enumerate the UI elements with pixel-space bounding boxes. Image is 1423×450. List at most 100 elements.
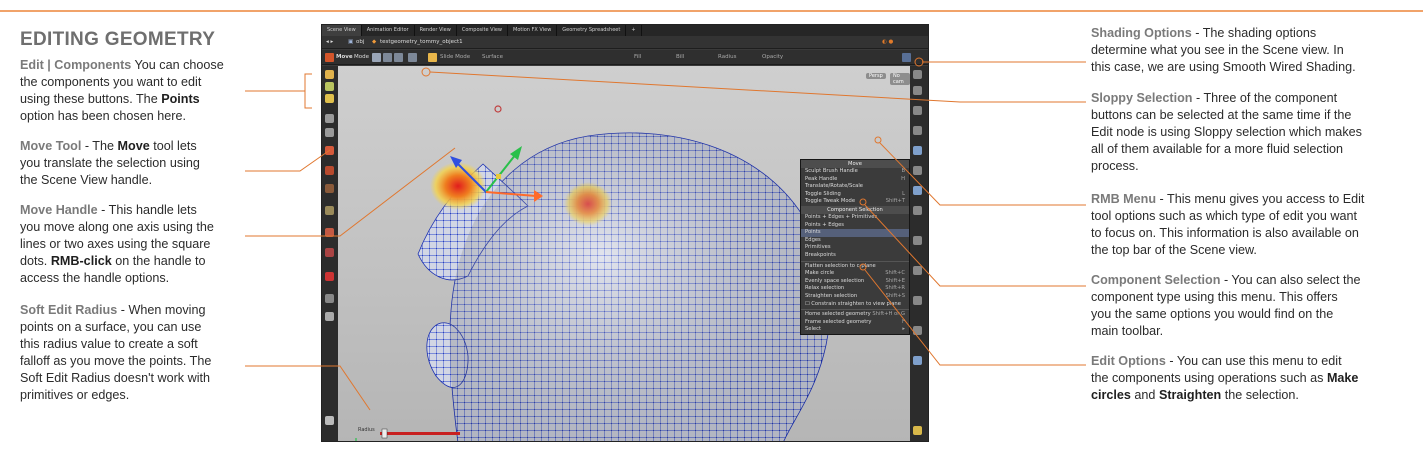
pivot-marker: [494, 105, 502, 113]
camera-menu[interactable]: No cam: [890, 73, 910, 85]
menu-separator: [801, 260, 909, 262]
pose-tool-icon[interactable]: [325, 128, 334, 137]
display-icon-1[interactable]: [913, 70, 922, 79]
menu-item[interactable]: Peak Handle H: [801, 176, 909, 184]
annot-move-tool: Move Tool - The Move tool lets you trans…: [20, 139, 200, 187]
points-select-icon[interactable]: [372, 53, 381, 62]
scale-tool-icon[interactable]: [325, 184, 334, 193]
camera-icon[interactable]: [325, 416, 334, 425]
menu-item[interactable]: Evenly space selection Shift+E: [801, 278, 909, 286]
field-fill[interactable]: Fill: [634, 50, 641, 65]
select-tool-icon[interactable]: [325, 114, 334, 123]
display-icon-3[interactable]: [913, 106, 922, 115]
display-icon-6[interactable]: [913, 166, 922, 175]
rotate-tool-icon[interactable]: [325, 166, 334, 175]
menu-item[interactable]: ☐ Constrain straighten to view plane: [801, 301, 909, 309]
view-tool-icon[interactable]: [325, 294, 334, 303]
tab-render-view[interactable]: Render View: [415, 25, 457, 36]
display-icon-2[interactable]: [913, 86, 922, 95]
pane-tab-bar: Scene View Animation Editor Render View …: [322, 25, 928, 36]
field-radius[interactable]: Radius: [718, 50, 736, 65]
display-icon-9[interactable]: [913, 236, 922, 245]
menu-item[interactable]: Translate/Rotate/Scale: [801, 183, 909, 191]
annot-sloppy-selection: Sloppy Selection - Three of the componen…: [1091, 91, 1362, 173]
tab-geometry-spreadsheet[interactable]: Geometry Spreadsheet: [557, 25, 627, 36]
points-icon[interactable]: [325, 94, 334, 103]
soft-radius-slider: [380, 432, 460, 435]
geo-node-icon: ◆: [372, 39, 377, 45]
annot-soft-edit-radius: Soft Edit Radius - When moving points on…: [20, 303, 212, 402]
display-icon-14[interactable]: [913, 426, 922, 435]
brush-tool-icon[interactable]: [325, 228, 334, 237]
edges-select-icon[interactable]: [383, 53, 392, 62]
menu-subheader: Component Selection: [801, 205, 909, 214]
field-opacity[interactable]: Opacity: [762, 50, 783, 65]
tab-motion-fx-view[interactable]: Motion FX View: [508, 25, 558, 36]
snap-tool-icon[interactable]: [325, 272, 334, 281]
right-display-shelf: [908, 66, 928, 441]
path-bar: ◂ ▸ ▣ obj ◆ testgeometry_tommy_object1 ◐…: [322, 36, 928, 49]
tab-composite-view[interactable]: Composite View: [457, 25, 508, 36]
annot-component-selection: Component Selection - You can also selec…: [1091, 273, 1361, 338]
menu-item-points[interactable]: Points: [801, 229, 909, 237]
annot-move-handle: Move Handle - This handle lets you move …: [20, 203, 214, 285]
menu-item[interactable]: Primitives: [801, 244, 909, 252]
field-bill[interactable]: Bill: [676, 50, 684, 65]
display-icon-5[interactable]: [913, 146, 922, 155]
primitives-select-icon[interactable]: [394, 53, 403, 62]
menu-item[interactable]: Points + Edges + Primitives: [801, 214, 909, 222]
magnet-tool-icon[interactable]: [325, 248, 334, 257]
left-tool-shelf: [322, 66, 338, 441]
path-node[interactable]: testgeometry_tommy_object1: [380, 36, 463, 49]
mode-field[interactable]: Slide Mode: [440, 50, 470, 65]
tab-scene-view[interactable]: Scene View: [322, 25, 362, 36]
menu-item[interactable]: Relax selection Shift+R: [801, 285, 909, 293]
display-icon-12[interactable]: [913, 326, 922, 335]
houdini-screenshot: Scene View Animation Editor Render View …: [321, 24, 929, 442]
menu-header: Move: [801, 160, 909, 168]
path-obj[interactable]: obj: [356, 36, 364, 49]
menu-item[interactable]: Breakpoints: [801, 252, 909, 260]
display-icon-11[interactable]: [913, 296, 922, 305]
menu-item[interactable]: Home selected geometry Shift+H or G: [801, 311, 909, 319]
display-icon-13[interactable]: [913, 356, 922, 365]
menu-separator: [801, 309, 909, 311]
soft-edit-icon[interactable]: [428, 53, 437, 62]
scene-viewport[interactable]: Radius Persp No cam Move Sculpt Brush Ha…: [338, 66, 910, 441]
radius-hud-label: Radius: [358, 427, 375, 433]
annot-shading-options: Shading Options - The shading options de…: [1091, 26, 1356, 74]
menu-item[interactable]: Flatten selection to c-plane: [801, 263, 909, 271]
render-region-icon[interactable]: [325, 312, 334, 321]
display-icon-7[interactable]: [913, 186, 922, 195]
menu-item[interactable]: Toggle Tweak Mode Shift+T: [801, 198, 909, 206]
obj-icon: ▣: [348, 39, 354, 45]
move-tool-shelf-icon[interactable]: [325, 146, 334, 155]
handle-tool-icon[interactable]: [325, 206, 334, 215]
menu-item[interactable]: Points + Edges: [801, 222, 909, 230]
menu-item[interactable]: Edges: [801, 237, 909, 245]
menu-item[interactable]: Straighten selection Shift+S: [801, 293, 909, 301]
display-icon-4[interactable]: [913, 126, 922, 135]
tool-name: Move: [336, 54, 353, 60]
sloppy-select-icon[interactable]: [408, 53, 417, 62]
menu-item[interactable]: Toggle Sliding L: [801, 191, 909, 199]
components-icon[interactable]: [325, 82, 334, 91]
menu-item[interactable]: Select ▸: [801, 326, 909, 334]
display-icon-8[interactable]: [913, 206, 922, 215]
page-title: EDITING GEOMETRY: [20, 29, 216, 50]
add-tab-button[interactable]: +: [626, 25, 642, 36]
persp-menu[interactable]: Persp: [866, 73, 886, 79]
display-options-icon[interactable]: [902, 53, 911, 62]
menu-item[interactable]: Sculpt Brush Handle B: [801, 168, 909, 176]
edit-icon[interactable]: [325, 70, 334, 79]
surface-field[interactable]: Surface: [482, 50, 503, 65]
annot-edit-options: Edit Options - You can use this menu to …: [1091, 354, 1359, 402]
tool-mode: Mode: [354, 54, 369, 60]
move-tool-icon[interactable]: [325, 53, 334, 62]
shading-options-icon[interactable]: ◐ ●: [882, 36, 893, 49]
menu-item[interactable]: Frame selected geometry F: [801, 319, 909, 327]
back-arrow-icon[interactable]: ◂ ▸: [326, 36, 333, 49]
menu-item[interactable]: Make circle Shift+C: [801, 270, 909, 278]
display-icon-10[interactable]: [913, 266, 922, 275]
tab-animation-editor[interactable]: Animation Editor: [362, 25, 415, 36]
